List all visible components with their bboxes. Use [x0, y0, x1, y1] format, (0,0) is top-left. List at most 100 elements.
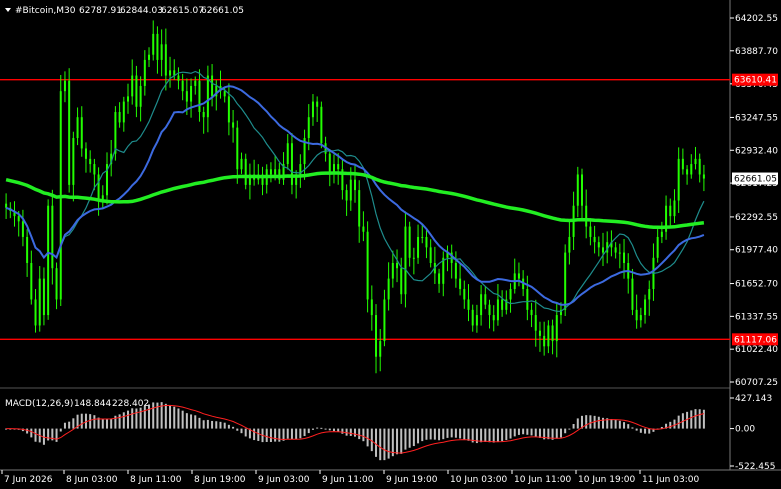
- macd-main-value: 148.844: [74, 399, 111, 409]
- candle-body: [135, 75, 138, 107]
- macd-bar: [332, 428, 335, 432]
- macd-bar: [484, 428, 487, 442]
- candle-body: [543, 335, 546, 347]
- candle-body: [127, 96, 130, 102]
- macd-bar: [303, 428, 306, 437]
- candle-body: [480, 294, 483, 316]
- time-tick-label: 9 Jun 03:00: [258, 475, 310, 485]
- candle-body: [442, 257, 445, 284]
- candle-body: [89, 158, 92, 165]
- macd-bar: [669, 421, 672, 429]
- macd-bar: [244, 428, 247, 437]
- candle-body: [492, 315, 495, 321]
- macd-bar: [240, 428, 243, 434]
- macd-bar: [425, 428, 428, 440]
- candle-body: [547, 325, 550, 347]
- macd-label: MACD(12,26,9): [5, 399, 73, 409]
- chart-header: #Bitcoin,M30 62787.91 62844.03 62615.07 …: [5, 6, 244, 16]
- price-tick-label: 60707.25: [735, 378, 778, 388]
- macd-bar: [417, 428, 420, 444]
- candle-body: [131, 75, 134, 97]
- macd-bar: [26, 428, 29, 434]
- macd-bar: [194, 415, 197, 429]
- candle-body: [55, 268, 58, 300]
- symbol-label: #Bitcoin,M30: [15, 6, 76, 16]
- candle-body: [34, 299, 37, 326]
- macd-bar: [227, 424, 230, 429]
- candle-body: [568, 236, 571, 253]
- macd-bar: [59, 428, 62, 432]
- macd-bar: [597, 416, 600, 429]
- candle-body: [576, 174, 579, 206]
- macd-bar: [47, 428, 50, 441]
- macd-bar: [139, 407, 142, 429]
- candle-body: [152, 33, 155, 55]
- macd-bar: [694, 409, 697, 429]
- macd-bar: [127, 410, 130, 429]
- time-tick-label: 10 Jun 03:00: [450, 475, 507, 485]
- candle-body: [244, 158, 247, 185]
- macd-bar: [206, 419, 209, 429]
- macd-bar: [185, 413, 188, 429]
- macd-bar: [538, 428, 541, 438]
- macd-bar: [631, 427, 634, 429]
- macd-bar: [690, 410, 693, 429]
- candle-body: [240, 158, 243, 170]
- candle-body: [311, 101, 314, 118]
- candle-body: [38, 278, 41, 326]
- candle-body: [118, 111, 121, 123]
- candle-body: [602, 247, 605, 253]
- chart-area[interactable]: 64202.5563887.7063570.4563247.5562932.40…: [0, 0, 781, 489]
- macd-bar: [72, 418, 75, 429]
- macd-bar: [34, 428, 37, 442]
- candle-body: [379, 341, 382, 357]
- time-tick-label: 10 Jun 19:00: [578, 475, 635, 485]
- macd-bar: [278, 428, 281, 442]
- candle-body: [639, 315, 642, 321]
- macd-bar: [559, 428, 562, 438]
- candle-body: [526, 289, 529, 310]
- current-price-tag-label: 62661.05: [734, 175, 777, 185]
- candle-body: [211, 75, 214, 97]
- candle-body: [42, 278, 45, 316]
- macd-bar: [698, 409, 701, 429]
- macd-bar: [454, 428, 457, 438]
- macd-bar: [610, 418, 613, 429]
- macd-bar: [311, 428, 314, 430]
- candle-body: [51, 205, 54, 269]
- ohlc-low: 62615.07: [161, 6, 204, 16]
- macd-bar: [644, 428, 647, 434]
- candle-body: [656, 236, 659, 258]
- candle-body: [63, 80, 66, 92]
- candle-body: [421, 236, 424, 238]
- candle-body: [307, 117, 310, 139]
- time-tick-label: 9 Jun 11:00: [322, 475, 374, 485]
- candle-body: [404, 226, 407, 295]
- macd-bar: [152, 402, 155, 429]
- candle-body: [114, 111, 117, 154]
- candle-body: [160, 44, 163, 60]
- candle-body: [358, 190, 361, 227]
- candle-body: [370, 299, 373, 316]
- macd-bar: [602, 417, 605, 429]
- macd-bar: [450, 428, 453, 438]
- candle-body: [614, 247, 617, 253]
- macd-bar: [80, 413, 83, 429]
- candle-body: [534, 315, 537, 331]
- candle-body: [274, 169, 277, 175]
- macd-bar: [30, 428, 33, 438]
- candle-body: [648, 289, 651, 300]
- candle-body: [417, 236, 420, 258]
- macd-bar: [459, 428, 462, 439]
- macd-bar: [433, 428, 436, 440]
- macd-bar: [328, 428, 331, 431]
- time-tick-label: 8 Jun 03:00: [66, 475, 118, 485]
- macd-bar: [673, 419, 676, 429]
- candle-body: [80, 117, 83, 149]
- candle-body: [286, 143, 289, 165]
- candle-body: [190, 85, 193, 102]
- candle-body: [236, 127, 239, 170]
- macd-bar: [513, 428, 516, 437]
- macd-bar: [299, 428, 302, 439]
- macd-bar: [526, 428, 529, 435]
